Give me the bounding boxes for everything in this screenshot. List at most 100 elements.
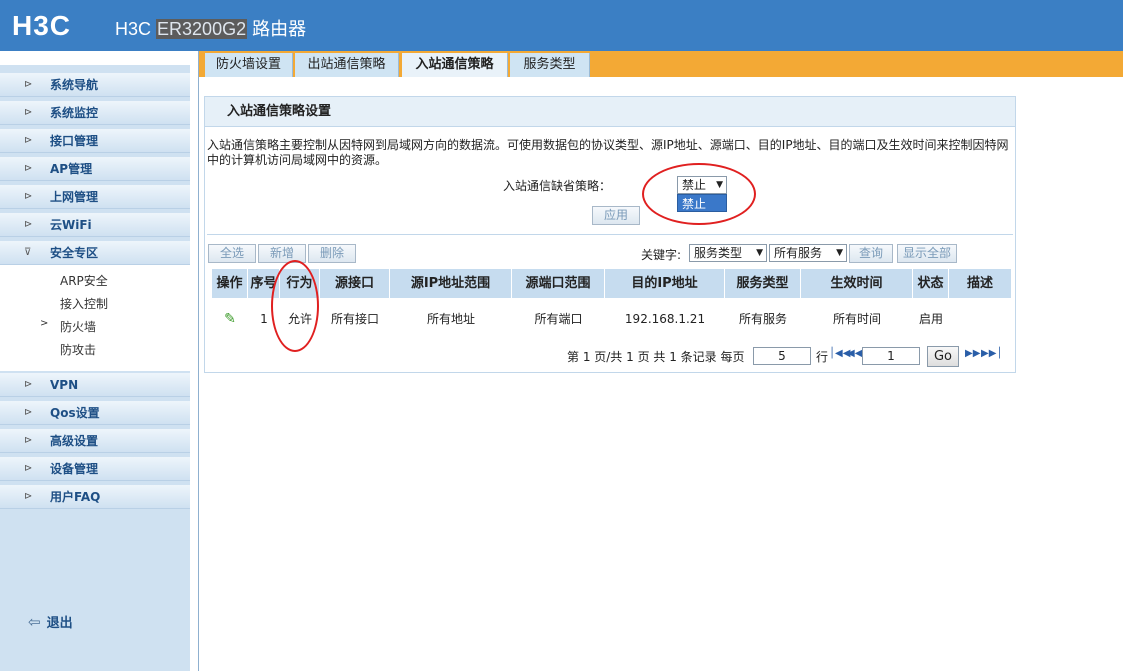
panel-description: 入站通信策略主要控制从因特网到局域网方向的数据流。可使用数据包的协议类型、源IP… — [207, 138, 1009, 167]
table-header: 操作 序号 行为 源接口 源IP地址范围 源端口范围 目的IP地址 服务类型 生… — [212, 269, 1011, 298]
sidebar-item-system-monitor[interactable]: ⊳ 系统监控 — [0, 101, 190, 125]
per-page-input[interactable]: 5 — [753, 347, 811, 365]
prev-page-icon[interactable]: ◀◀ — [847, 348, 862, 359]
col-header: 状态 — [913, 269, 949, 298]
show-all-button[interactable]: 显示全部 — [897, 244, 957, 263]
pager-text: 第 1 页/共 1 页 共 1 条记录 每页 — [567, 350, 745, 364]
sub-item-anti-attack[interactable]: 防攻击 — [60, 341, 96, 358]
panel-title: 入站通信策略设置 — [205, 97, 1015, 127]
sidebar-item-label: 系统导航 — [50, 78, 99, 92]
sidebar-divider — [198, 51, 199, 671]
cell-service: 所有服务 — [738, 312, 787, 326]
select-all-button[interactable]: 全选 — [208, 244, 256, 263]
sidebar-item-label: 接口管理 — [50, 134, 99, 148]
sub-item-access-control[interactable]: 接入控制 — [60, 295, 108, 312]
sidebar-item-internet[interactable]: ⊳ 上网管理 — [0, 185, 190, 209]
sidebar-item-device[interactable]: ⊳ 设备管理 — [0, 457, 190, 481]
chevron-down-icon: ⊽ — [24, 247, 32, 258]
cell-src-port: 所有端口 — [534, 312, 583, 326]
brand-name: H3C — [115, 19, 152, 39]
go-button[interactable]: Go — [927, 346, 959, 367]
sidebar-item-faq[interactable]: ⊳ 用户FAQ — [0, 485, 190, 509]
tab-bar: 防火墙设置 出站通信策略 入站通信策略 服务类型 — [199, 51, 1123, 77]
dropdown-arrow-icon: ▼ — [756, 248, 763, 258]
col-header: 目的IP地址 — [605, 269, 725, 298]
sidebar-item-cloud-wifi[interactable]: ⊳ 云WiFi — [0, 213, 190, 237]
delete-button[interactable]: 删除 — [308, 244, 356, 263]
sidebar-item-label: VPN — [50, 378, 79, 392]
brand-logo: H3C — [12, 10, 72, 41]
sidebar-item-qos[interactable]: ⊳ Qos设置 — [0, 401, 190, 425]
sidebar-item-label: 设备管理 — [50, 462, 99, 476]
sub-item-arp[interactable]: ARP安全 — [60, 272, 108, 289]
sidebar-item-security[interactable]: ⊽ 安全专区 — [0, 241, 190, 265]
sub-item-firewall[interactable]: 防火墙 — [60, 318, 96, 335]
sidebar-item-ap[interactable]: ⊳ AP管理 — [0, 157, 190, 181]
sidebar-item-vpn[interactable]: ⊳ VPN — [0, 373, 190, 397]
header: H3C H3C ER3200G2 路由器 — [0, 0, 1123, 51]
sidebar-item-label: Qos设置 — [50, 406, 100, 420]
chevron-right-icon: ⊳ — [24, 219, 33, 230]
col-header: 源IP地址范围 — [390, 269, 512, 298]
product-type: 路由器 — [252, 19, 307, 39]
default-policy-label: 入站通信缺省策略： — [503, 179, 612, 193]
annotation-circle-policy — [642, 163, 756, 225]
cell-status: 启用 — [918, 312, 943, 326]
sidebar-item-system-nav[interactable]: ⊳ 系统导航 — [0, 73, 190, 97]
section-divider — [207, 234, 1013, 235]
sidebar-item-interface[interactable]: ⊳ 接口管理 — [0, 129, 190, 153]
model-name: ER3200G2 — [156, 19, 248, 39]
product-title: H3C ER3200G2 路由器 — [115, 15, 306, 41]
cell-time: 所有时间 — [832, 312, 881, 326]
sidebar-item-label: AP管理 — [50, 162, 93, 176]
col-header: 生效时间 — [801, 269, 913, 298]
keyword-type-select[interactable]: 服务类型 ▼ — [689, 244, 767, 262]
sidebar-item-advanced[interactable]: ⊳ 高级设置 — [0, 429, 190, 453]
next-page-icon[interactable]: ▶▶ — [965, 348, 980, 359]
chevron-right-icon: ⊳ — [24, 407, 33, 418]
chevron-right-icon: ⊳ — [24, 491, 33, 502]
tab-outbound-policy[interactable]: 出站通信策略 — [295, 53, 399, 77]
sidebar-item-label: 上网管理 — [50, 190, 99, 204]
keyword-type-value: 服务类型 — [694, 246, 743, 260]
edit-cell[interactable]: ✎ — [212, 302, 248, 337]
sidebar-item-label: 用户FAQ — [50, 490, 101, 504]
keyword-label: 关键字: — [641, 248, 682, 262]
tab-inbound-policy[interactable]: 入站通信策略 — [402, 53, 508, 77]
col-header: 操作 — [212, 269, 248, 298]
keyword-value-value: 所有服务 — [774, 246, 823, 260]
logout-icon: ⇦ — [28, 613, 41, 631]
inbound-policy-panel: 入站通信策略设置 入站通信策略主要控制从因特网到局域网方向的数据流。可使用数据包… — [204, 96, 1016, 373]
chevron-right-icon: ⊳ — [24, 463, 33, 474]
search-button[interactable]: 查询 — [849, 244, 893, 263]
pencil-icon[interactable]: ✎ — [224, 311, 236, 327]
active-arrow-icon: > — [40, 318, 49, 329]
col-header: 描述 — [966, 276, 993, 291]
security-submenu: ARP安全 接入控制 > 防火墙 防攻击 — [0, 265, 190, 371]
pager-row-label: 行 — [816, 350, 829, 364]
cell-dst-ip: 192.168.1.21 — [624, 312, 706, 326]
apply-button[interactable]: 应用 — [592, 206, 640, 225]
chevron-right-icon: ⊳ — [24, 135, 33, 146]
logout-label: 退出 — [46, 616, 73, 631]
chevron-right-icon: ⊳ — [24, 435, 33, 446]
cell-desc — [949, 302, 1011, 337]
chevron-right-icon: ⊳ — [24, 379, 33, 390]
chevron-right-icon: ⊳ — [24, 79, 33, 90]
sidebar-item-label: 安全专区 — [50, 246, 99, 260]
sidebar-item-label: 系统监控 — [50, 106, 99, 120]
page-input[interactable]: 1 — [862, 347, 920, 365]
sidebar-item-label: 高级设置 — [50, 434, 99, 448]
keyword-value-select[interactable]: 所有服务 ▼ — [769, 244, 847, 262]
chevron-right-icon: ⊳ — [24, 107, 33, 118]
col-header: 源接口 — [320, 269, 390, 298]
tab-firewall-settings[interactable]: 防火墙设置 — [205, 53, 293, 77]
tab-service-type[interactable]: 服务类型 — [510, 53, 590, 77]
last-page-icon[interactable]: ▶▶│ — [981, 348, 1002, 359]
table-row: ✎ 1 允许 所有接口 所有地址 所有端口 192.168.1.21 所有服务 … — [212, 302, 1011, 337]
col-header: 源端口范围 — [512, 269, 605, 298]
logout-link[interactable]: ⇦ 退出 — [28, 612, 73, 631]
cell-src-interface: 所有接口 — [330, 312, 379, 326]
col-header: 服务类型 — [725, 269, 801, 298]
annotation-circle-action — [271, 260, 319, 352]
